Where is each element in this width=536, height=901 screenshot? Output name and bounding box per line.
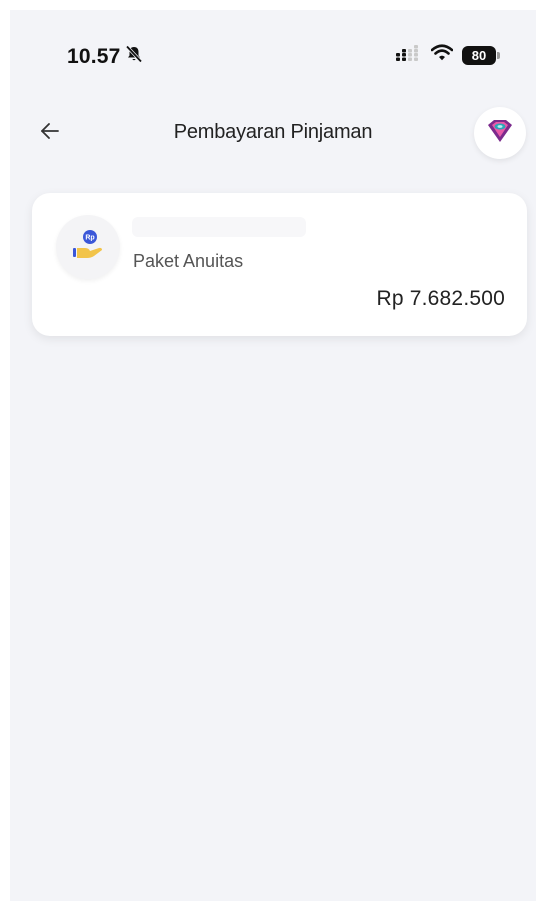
brand-logo-icon [486,119,514,148]
mute-bell-icon [124,44,144,69]
loan-icon-circle: Rp [56,215,120,279]
loan-card[interactable]: Rp Paket Anuitas Rp 7.682.500 [32,193,527,336]
battery-icon: 80 [462,45,500,65]
page-header: Pembayaran Pinjaman [10,105,536,161]
loan-type: Paket Anuitas [133,251,244,271]
page-title: Pembayaran Pinjaman [173,121,373,143]
hand-coin-icon: Rp [71,228,105,267]
status-icons: 80 [396,44,500,66]
brand-logo [474,107,526,159]
app-screen: 10.57 80 Pembayaran Pinjaman Rp Paket An… [10,10,536,901]
wifi-icon [430,44,454,66]
svg-text:Rp: Rp [85,234,94,241]
battery-level: 80 [462,45,496,65]
masked-loan-name [132,217,306,237]
status-time: 10.57 [67,44,121,68]
status-time-group: 10.57 [67,44,144,69]
loan-amount: Rp 7.682.500 [376,287,505,310]
status-bar: 10.57 80 [10,10,536,80]
battery-tip [497,51,500,59]
signal-icon [396,44,422,66]
